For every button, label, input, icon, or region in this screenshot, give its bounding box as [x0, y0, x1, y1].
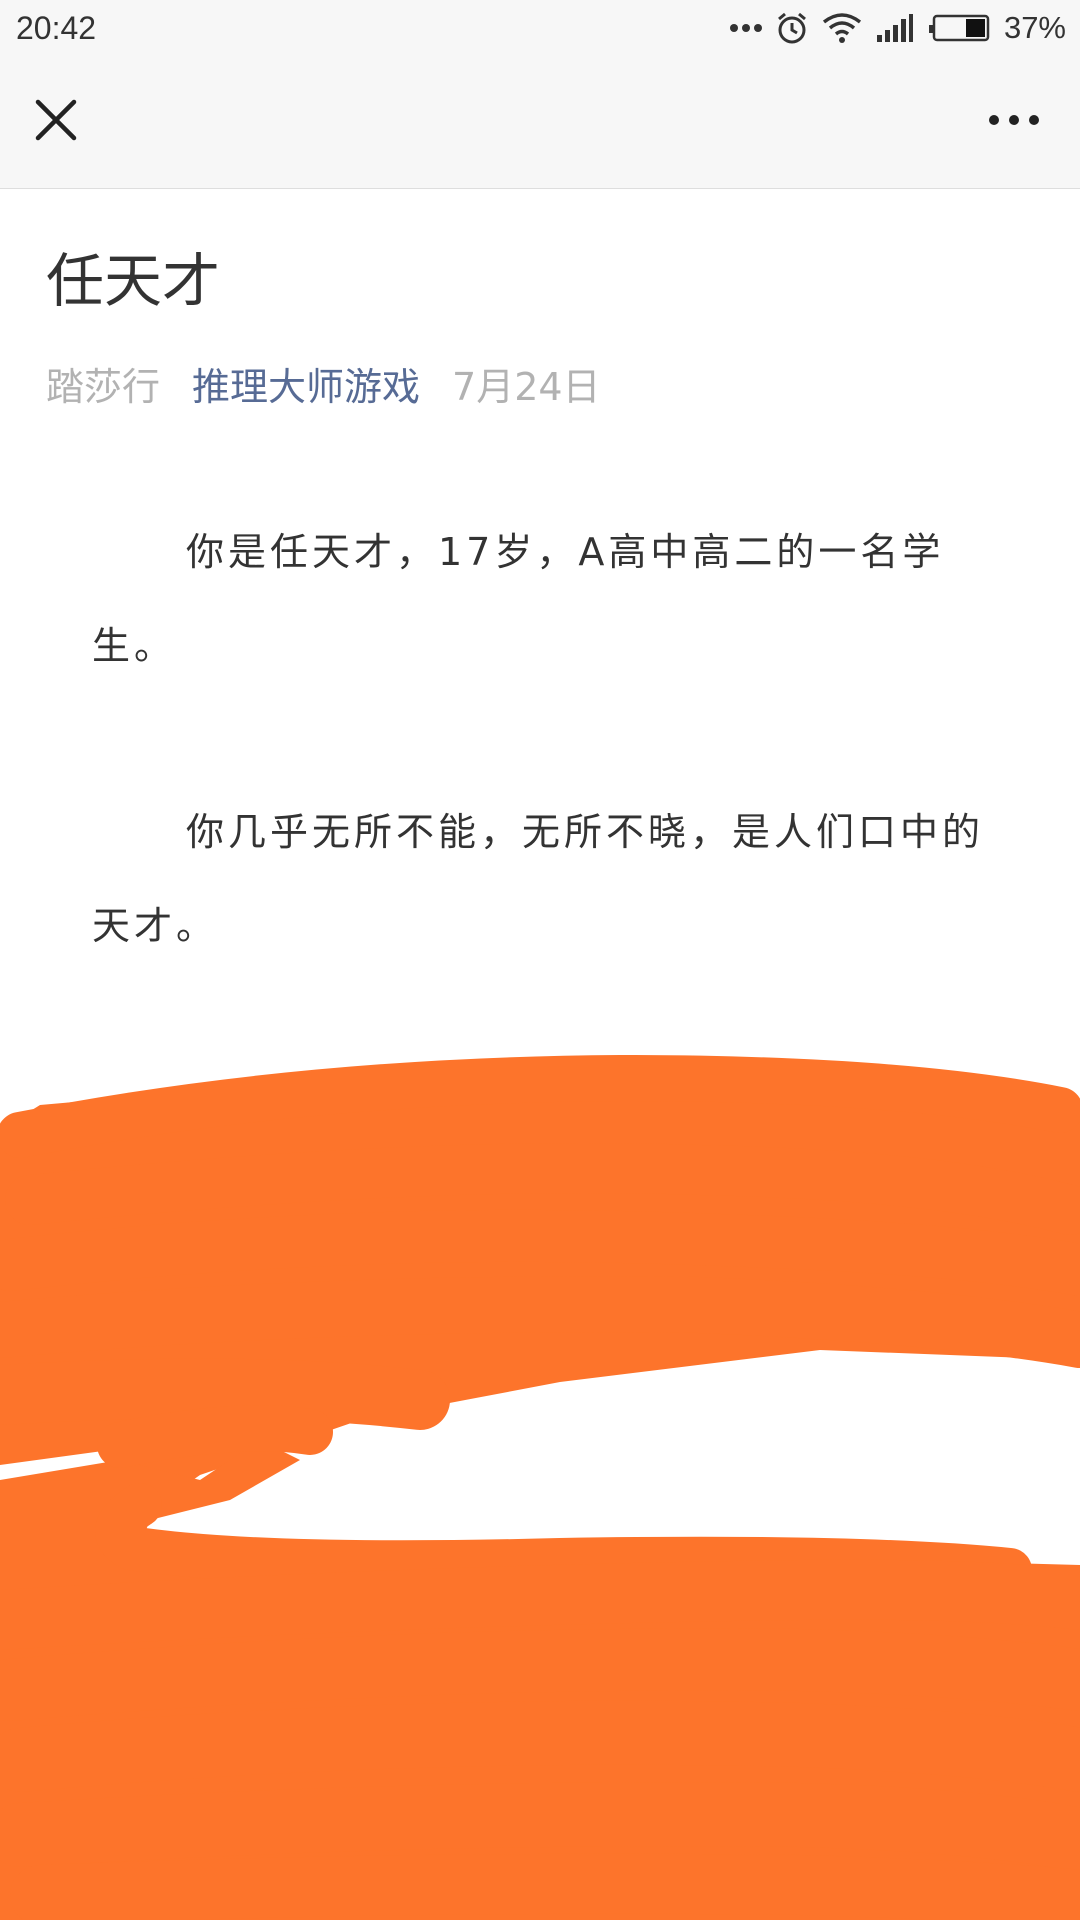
account-link[interactable]: 推理大师游戏 — [192, 365, 420, 409]
battery-percent: 37% — [1003, 10, 1066, 45]
status-time: 20:42 — [16, 10, 97, 46]
wifi-icon — [822, 12, 862, 44]
article-paragraph-2: 你几乎无所不能，无所不晓，是人们口中的天才。 — [92, 810, 985, 948]
article: 任天才 踏莎行 推理大师游戏 7月24日 你是任天才，17岁，A高中高二的一名学生。… — [0, 189, 1080, 1920]
alarm-icon — [776, 11, 808, 45]
more-button[interactable] — [976, 92, 1052, 148]
article-meta: 踏莎行 推理大师游戏 7月24日 — [46, 363, 601, 411]
article-author: 踏莎行 — [46, 365, 161, 409]
status-icons: 37% — [729, 8, 1066, 48]
article-title: 任天才 — [46, 247, 221, 315]
close-icon — [35, 99, 77, 141]
article-paragraph-1: 你是任天才，17岁，A高中高二的一名学生。 — [92, 530, 945, 668]
more-icon — [989, 115, 1039, 125]
more-dots-icon — [729, 23, 762, 33]
nav-bar — [0, 56, 1080, 189]
article-date: 7月24日 — [452, 365, 601, 409]
battery-icon — [928, 14, 990, 42]
signal-icon — [876, 13, 914, 43]
status-bar: 20:42 37% — [0, 0, 1080, 56]
close-button[interactable] — [28, 92, 84, 148]
screen: 20:42 37% 任天才 踏莎行 推理大师游戏 7月24日 你是任天才，17岁… — [0, 0, 1080, 1920]
